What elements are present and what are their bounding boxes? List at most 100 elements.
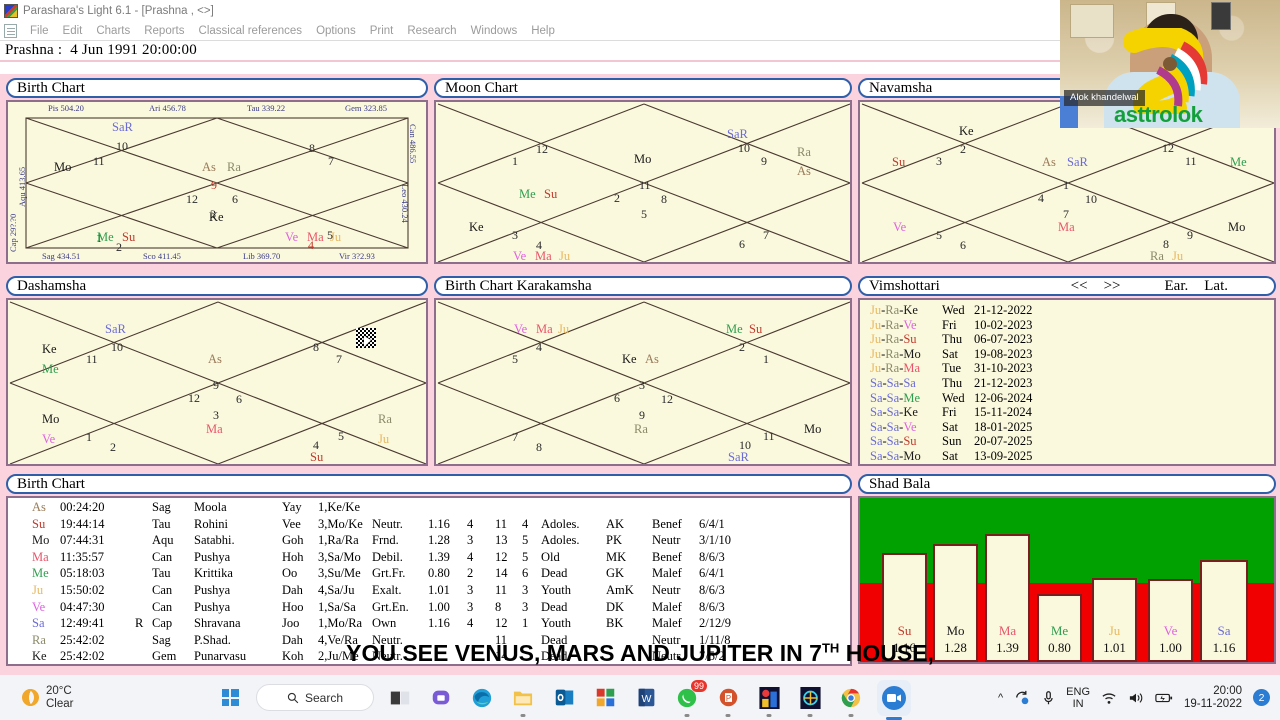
dasha-row[interactable]: Sa-Sa-Ve Sat 18-01-2025 [870,420,1274,435]
chrome-icon[interactable] [836,683,866,717]
cell-degree: 07:44:31 [60,533,105,548]
dasha-lord-1: Ju [870,303,882,317]
show-hidden-icons-chevron-icon[interactable]: ^ [998,692,1003,704]
powerpoint-icon[interactable]: P [713,683,743,717]
dasha-row[interactable]: Sa-Sa-Me Wed 12-06-2024 [870,391,1274,406]
language-indicator[interactable]: ENG IN [1066,686,1090,710]
task-view-icon[interactable] [385,683,415,713]
menu-item-charts[interactable]: Charts [89,25,137,37]
cell-karaka: AmK [606,582,634,597]
dasha-row[interactable]: Sa-Sa-Mo Sat 13-09-2025 [870,449,1274,464]
outlook-icon[interactable] [549,683,579,713]
dasha-row[interactable]: Sa-Sa-Sa Thu 21-12-2023 [870,376,1274,391]
menu-item-research[interactable]: Research [400,25,463,37]
volume-icon[interactable] [1128,691,1144,705]
vimshottari-list[interactable]: Ju-Ra-Ke Wed 21-12-2022 Ju-Ra-Ve Fri 10-02-2… [858,298,1276,466]
vimshottari-title[interactable]: Vimshottari << >> Ear. Lat. [858,276,1276,296]
dashamsha-title[interactable]: Dashamsha [6,276,428,296]
cell-pada: 1,Ke/Ke [318,500,360,514]
sync-icon[interactable] [1014,690,1031,705]
dasha-row[interactable]: Sa-Sa-Su Sun 20-07-2025 [870,434,1274,449]
table-row[interactable]: Sa 12:49:41 R Cap Shravana Joo 1,Mo/Ra O… [14,616,850,633]
weather-widget[interactable]: 20°C Clear [0,685,215,711]
edge-icon[interactable] [467,683,497,713]
store-icon[interactable] [590,683,620,713]
karakamsha-title[interactable]: Birth Chart Karakamsha [434,276,852,296]
dasha-lord-2: Sa [886,434,900,449]
menu-item-reports[interactable]: Reports [137,25,191,37]
clock-widget[interactable]: 20:00 19-11-2022 [1184,685,1242,711]
moon-chart-title[interactable]: Moon Chart [434,78,852,98]
cell-n3: 6 [522,566,529,581]
dasha-lord-3: Ma [903,361,921,376]
dasha-row[interactable]: Ju-Ra-Mo Sat 19-08-2023 [870,347,1274,362]
word-icon[interactable]: W [631,683,661,713]
table-row[interactable]: As 00:24:20 Sag Moola Yay 1,Ke/Ke [14,500,850,517]
whatsapp-icon[interactable]: 99 [672,679,707,717]
dasha-date: 10-02-2023 [974,317,1033,332]
app1-icon[interactable] [754,683,784,717]
birth-chart-title[interactable]: Birth Chart [6,78,428,98]
cell-relation: Neutr. [372,516,403,531]
planet-table-title[interactable]: Birth Chart [6,474,852,494]
dashamsha-planet-Ve: Ve [42,432,56,446]
menu-item-edit[interactable]: Edit [56,25,90,37]
file-explorer-icon[interactable] [508,683,538,717]
cell-shadbala: 1.28 [428,533,450,548]
zoom-icon[interactable] [877,679,911,720]
cell-n1: 4 [467,549,474,564]
table-row[interactable]: Ma 11:35:57 Can Pushya Hoh 3,Sa/Mo Debil… [14,550,850,567]
navamsha-planet-As: As [1042,155,1056,169]
cell-degree: 05:18:03 [60,566,105,581]
app2-icon[interactable] [795,683,825,717]
cell-nature: Neutr [652,582,681,597]
workspace: Birth Chart Pis 504.20 Ari 456.78 Tau 33… [0,74,1280,675]
dasha-row[interactable]: Ju-Ra-Su Thu 06-07-2023 [870,332,1274,347]
moon-chart-title-text: Moon Chart [445,79,518,96]
vimshottari-lat-button[interactable]: Lat. [1204,278,1228,294]
birth-chart-diagram[interactable]: Pis 504.20 Ari 456.78 Tau 339.22 Gem 323… [6,100,428,264]
vimshottari-prev-button[interactable]: << [1071,278,1088,294]
table-row[interactable]: Mo 07:44:31 Aqu Satabhi. Goh 1,Ra/Ra Frn… [14,533,850,550]
dashamsha-planet-Me: Me [42,362,59,376]
microphone-icon[interactable] [1042,690,1055,706]
birth-planet-Ju: Ju [330,230,342,244]
table-row[interactable]: Su 19:44:14 Tau Rohini Vee 3,Mo/Ke Neutr… [14,517,850,534]
start-button[interactable] [215,683,245,713]
moon-chart-diagram[interactable]: 1 2 3 4 5 6 7 8 9 10 11 12 SaR Ra As Mo … [434,100,852,264]
vimshottari-ear-button[interactable]: Ear. [1165,278,1189,294]
teams-icon[interactable] [426,683,456,713]
dasha-row[interactable]: Ju-Ra-Ke Wed 21-12-2022 [870,303,1274,318]
bar-label-Ma: Ma [998,623,1017,638]
cell-relation: Debil. [372,549,403,564]
menu-item-options[interactable]: Options [309,25,363,37]
battery-icon[interactable] [1155,691,1173,705]
wifi-icon[interactable] [1101,691,1117,705]
birth-planet-Ra: Ra [227,160,241,174]
dasha-row[interactable]: Ju-Ra-Ve Fri 10-02-2023 [870,318,1274,333]
search-button[interactable]: Search [256,684,374,711]
menu-item-classical-references[interactable]: Classical references [192,25,310,37]
menu-item-file[interactable]: File [23,25,56,37]
table-row[interactable]: Ve 04:47:30 Can Pushya Hoo 1,Sa/Sa Grt.E… [14,600,850,617]
cell-ratio: 3/1/10 [699,533,731,548]
menu-item-help[interactable]: Help [524,25,562,37]
vimshottari-next-button[interactable]: >> [1104,278,1121,294]
window-title: Parashara's Light 6.1 - [Prashna , <>] [23,5,214,17]
cell-nakshatra: Rohini [194,516,229,531]
karakamsha-diagram[interactable]: 5 4 6 7 8 9 10 11 12 1 2 3 Ve Ma Ju Me S… [434,298,852,466]
menu-item-windows[interactable]: Windows [464,25,525,37]
karakamsha-planet-Ju: Ju [558,322,570,336]
dashamsha-diagram[interactable]: 11 10 12 1 2 3 4 5 6 7 8 9 SaR Ke Me As … [6,298,428,466]
dasha-row[interactable]: Sa-Sa-Ke Fri 15-11-2024 [870,405,1274,420]
shad-bala-chart[interactable]: Su 1.16 Mo 1.28 Ma 1.39 Me 0.80 Ju 1.01 … [858,496,1276,664]
cell-relation: Grt.En. [372,599,409,614]
notification-badge[interactable]: 2 [1253,689,1270,706]
table-row[interactable]: Me 05:18:03 Tau Krittika Oo 3,Su/Me Grt.… [14,566,850,583]
menu-item-print[interactable]: Print [363,25,401,37]
webcam-overlay[interactable]: Alok khandelwal asttrolok [1060,0,1280,128]
table-row[interactable]: Ju 15:50:02 Can Pushya Dah 4,Sa/Ju Exalt… [14,583,850,600]
dasha-row[interactable]: Ju-Ra-Ma Tue 31-10-2023 [870,361,1274,376]
cell-ratio: 2/12/9 [699,616,731,631]
shad-bala-title[interactable]: Shad Bala [858,474,1276,494]
